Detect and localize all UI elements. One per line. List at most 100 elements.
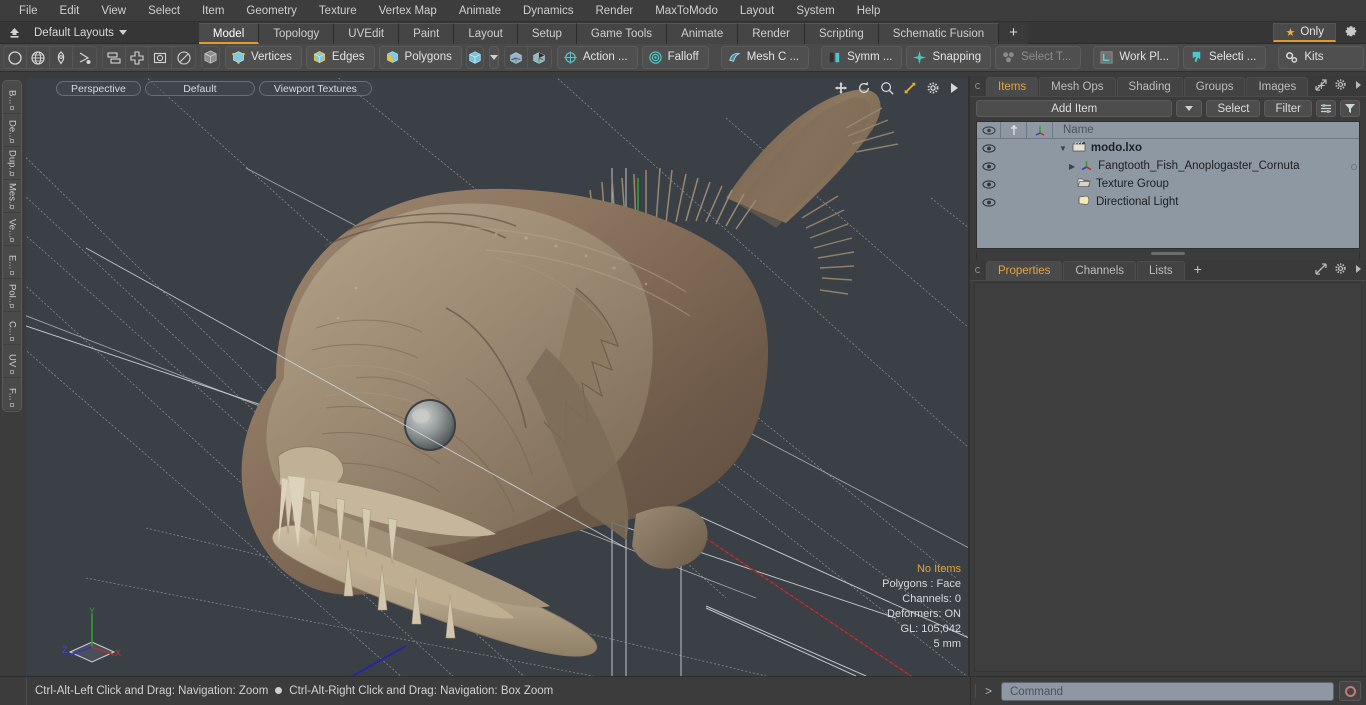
globe-icon[interactable] [27,47,50,68]
pen-icon[interactable] [50,47,73,68]
left-tab-deform[interactable]: De... [3,114,21,147]
menu-item-item[interactable]: Item [191,0,235,22]
menu-item-animate[interactable]: Animate [448,0,512,22]
item-tree[interactable]: Name ▼ modo.lxo ▶ Fangtooth_Fish_Anoplog… [976,121,1360,249]
select-button[interactable]: Select [1206,99,1261,117]
left-tab-vertex[interactable]: Ve... [3,213,21,246]
left-tab-mesh[interactable]: Mes... [3,180,21,213]
tree-resize-grip[interactable] [1151,252,1185,255]
tab-lists[interactable]: Lists [1137,261,1185,280]
add-layout-tab-button[interactable]: + [999,22,1028,44]
cube-solo-icon[interactable] [201,46,220,69]
panel-menu-icon[interactable] [970,259,986,280]
funnel-icon[interactable] [1340,99,1360,117]
menu-item-help[interactable]: Help [846,0,892,22]
fangtooth-fish-model[interactable] [26,78,969,676]
falloff-button[interactable]: Falloff [641,46,709,69]
layout-tab-topology[interactable]: Topology [259,22,335,44]
menu-item-geometry[interactable]: Geometry [235,0,308,22]
add-item-dropdown[interactable] [1176,99,1203,117]
add-item-button[interactable]: Add Item [976,99,1173,117]
play-icon[interactable] [949,82,959,94]
expand-triangle-icon[interactable]: ▼ [1059,144,1067,153]
layout-tab-paint[interactable]: Paint [399,22,455,44]
layout-tab-animate[interactable]: Animate [667,22,739,44]
menu-item-vertex-map[interactable]: Vertex Map [368,0,448,22]
viewport-shading-pill[interactable]: Viewport Textures [258,81,372,96]
left-tab-uv[interactable]: UV [3,345,21,378]
add-properties-tab-button[interactable]: + [1186,261,1210,280]
item-row-directional-light[interactable]: Directional Light [1053,195,1178,209]
menu-item-edit[interactable]: Edit [49,0,91,22]
tab-mesh-ops[interactable]: Mesh Ops [1039,77,1116,96]
tab-groups[interactable]: Groups [1183,77,1246,96]
cube-icon[interactable] [465,46,484,69]
zoom-icon[interactable] [880,81,894,95]
gear-icon[interactable] [1334,78,1347,94]
record-icon[interactable] [1339,681,1361,701]
axis-cube-b-icon[interactable] [528,47,551,68]
left-tab-basic[interactable]: B... [3,81,21,114]
mesh-constraint-button[interactable]: Mesh C ... [720,46,810,69]
left-tab-polygon[interactable]: Pol... [3,279,21,312]
left-tab-fur[interactable]: F... [3,378,21,411]
item-row-mesh[interactable]: ▶ Fangtooth_Fish_Anoplogaster_Cornuta [1053,159,1300,174]
symmetry-button[interactable]: Symm ... [821,46,903,69]
center-icon[interactable] [126,47,149,68]
menu-item-layout[interactable]: Layout [729,0,786,22]
layout-tab-model[interactable]: Model [198,22,260,44]
chevron-right-icon[interactable] [1354,80,1362,93]
row-visibility-toggle[interactable] [977,197,1001,207]
workplane-button[interactable]: Work Pl... [1093,46,1180,69]
menu-item-system[interactable]: System [785,0,845,22]
tab-shading[interactable]: Shading [1116,77,1183,96]
select-through-button[interactable]: Select T... [995,46,1082,69]
layout-tab-uvedit[interactable]: UVEdit [334,22,400,44]
snapping-button[interactable]: Snapping [906,46,992,69]
tab-properties[interactable]: Properties [986,261,1063,280]
item-row-scene[interactable]: ▼ modo.lxo [1053,141,1142,155]
fit-icon[interactable] [903,81,917,95]
gear-icon[interactable] [926,81,940,95]
menu-item-maxtomodo[interactable]: MaxToModo [644,0,729,22]
menu-item-texture[interactable]: Texture [308,0,368,22]
circle-icon[interactable] [4,47,27,68]
selection-mode-vertices[interactable]: Vertices [225,46,302,69]
frame-icon[interactable] [149,47,172,68]
item-row-texture-group[interactable]: Texture Group [1053,177,1169,191]
tab-items[interactable]: Items [986,77,1039,96]
menu-item-file[interactable]: File [8,0,49,22]
panel-menu-icon[interactable] [970,75,986,96]
filter-button[interactable]: Filter [1264,99,1312,117]
list-options-icon[interactable] [1316,99,1336,117]
viewport-style-pill[interactable]: Default [144,81,255,96]
left-tab-curve[interactable]: C... [3,312,21,345]
layout-tab-game-tools[interactable]: Game Tools [576,22,668,44]
selection-mode-edges[interactable]: Edges [305,46,375,69]
default-layouts-dropdown[interactable]: Default Layouts [26,23,139,43]
layout-tab-setup[interactable]: Setup [517,22,577,44]
table-row[interactable]: ▼ modo.lxo [977,139,1359,157]
viewport-3d[interactable]: Perspective Default Viewport Textures No… [26,78,969,676]
tab-channels[interactable]: Channels [1063,261,1137,280]
row-visibility-toggle[interactable] [977,179,1001,189]
only-toggle-button[interactable]: ★ Only [1273,23,1336,42]
left-tab-edge[interactable]: E... [3,246,21,279]
row-visibility-toggle[interactable] [977,143,1001,153]
radial-icon[interactable] [172,47,195,68]
layout-tab-schematic-fusion[interactable]: Schematic Fusion [878,22,1000,44]
chevron-down-icon[interactable] [488,46,499,69]
layout-tab-render[interactable]: Render [738,22,805,44]
duplicate-icon[interactable] [103,47,126,68]
action-center-button[interactable]: Action ... [556,46,638,69]
layout-tab-scripting[interactable]: Scripting [804,22,879,44]
collapse-triangle-icon[interactable]: ▶ [1069,162,1075,171]
menu-item-select[interactable]: Select [137,0,191,22]
expand-icon[interactable] [1315,262,1327,278]
selection-sets-button[interactable]: Selecti ... [1183,46,1267,69]
command-input[interactable]: Command [1001,681,1334,701]
selection-mode-polygons[interactable]: Polygons [378,46,462,69]
row-visibility-toggle[interactable] [977,161,1001,171]
axis-cube-a-icon[interactable] [505,47,528,68]
table-row[interactable]: ▶ Fangtooth_Fish_Anoplogaster_Cornuta [977,157,1359,175]
